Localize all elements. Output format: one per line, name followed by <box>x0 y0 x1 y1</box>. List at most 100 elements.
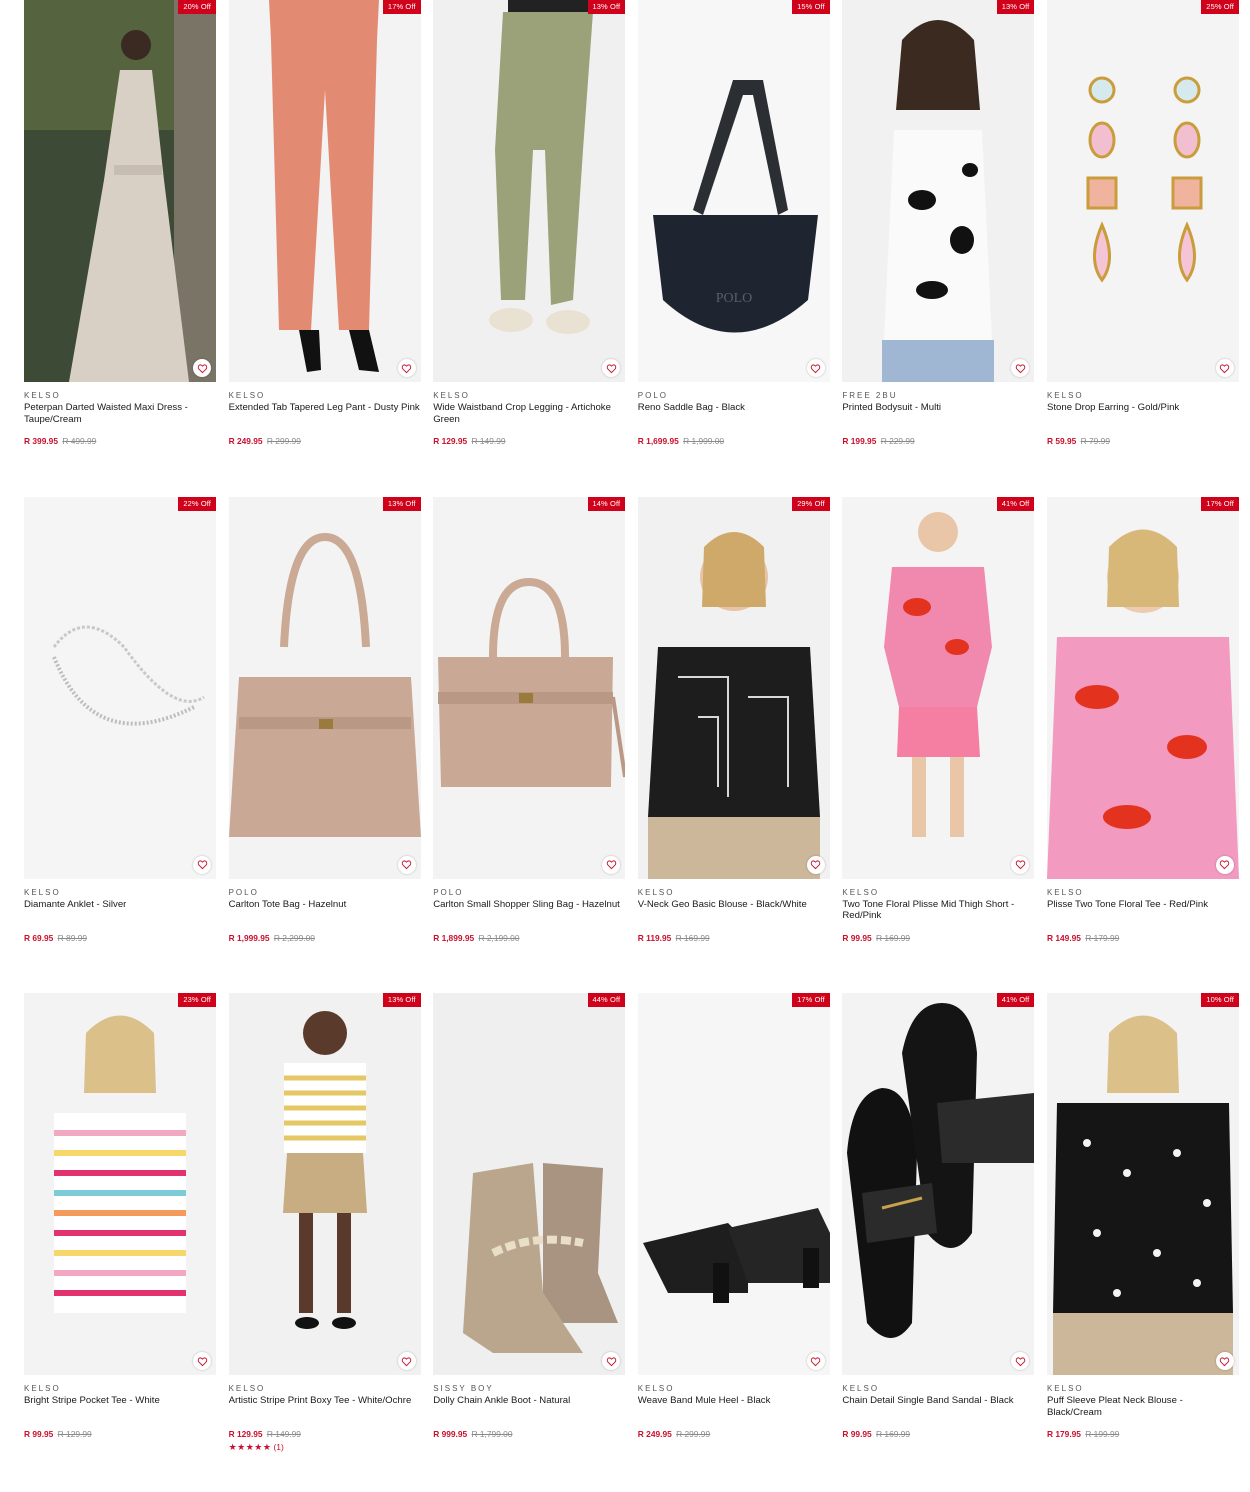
wishlist-heart-icon[interactable] <box>397 359 416 377</box>
price-row: R 129.95 R 149.99 <box>229 1429 421 1441</box>
wishlist-heart-icon[interactable] <box>602 855 621 874</box>
product-brand: KELSO <box>433 391 470 400</box>
product-card[interactable]: 29% Off KELSO V-Neck Geo Basic Blouse - Bl… <box>637 496 830 994</box>
product-name-link[interactable]: Dolly Chain Ankle Boot - Natural <box>433 1395 625 1418</box>
product-card[interactable]: 10% Off KELSO Puff Sleeve Pleat Neck Blous… <box>1046 993 1239 1490</box>
product-card[interactable]: 17% Off KELSO Extended Tab Tapered Leg Pan… <box>228 0 421 497</box>
sale-price: R 1,999.95 <box>228 932 270 943</box>
product-image[interactable]: 13% Off <box>228 496 421 879</box>
product-name-link[interactable]: Reno Saddle Bag - Black <box>638 402 830 425</box>
sale-price: R 129.95 <box>228 1429 263 1439</box>
product-name-link[interactable]: V-Neck Geo Basic Blouse - Black/White <box>638 899 830 922</box>
product-card[interactable]: 13% Off KELSO Wide Waistband Crop Legging … <box>433 0 626 497</box>
product-image[interactable]: 23% Off <box>24 993 216 1375</box>
product-image[interactable]: 13% Off <box>228 993 421 1375</box>
price-row: R 99.95 R 129.99 <box>24 1429 216 1441</box>
wishlist-heart-icon[interactable] <box>1215 1352 1234 1370</box>
product-image[interactable]: 22% Off <box>24 496 216 879</box>
product-name-link[interactable]: Chain Detail Single Band Sandal - Black <box>842 1395 1034 1418</box>
discount-badge: 13% Off <box>587 0 626 14</box>
star-rating[interactable]: ★★★★★ (1) <box>229 1442 421 1453</box>
original-price: R 1,999.00 <box>683 436 725 446</box>
wishlist-heart-icon[interactable] <box>193 1352 211 1370</box>
product-name-link[interactable]: Extended Tab Tapered Leg Pant - Dusty Pi… <box>229 402 421 425</box>
product-name-link[interactable]: Carlton Small Shopper Sling Bag - Hazeln… <box>433 899 625 922</box>
wishlist-heart-icon[interactable] <box>1215 359 1234 377</box>
discount-badge: 13% Off <box>996 0 1035 14</box>
product-brand: POLO <box>433 887 464 897</box>
sale-price: R 99.95 <box>842 1429 872 1439</box>
product-brand: KELSO <box>24 391 61 400</box>
product-name-link[interactable]: Diamante Anklet - Silver <box>24 899 216 922</box>
wishlist-heart-icon[interactable] <box>193 359 211 377</box>
wishlist-heart-icon[interactable] <box>1215 855 1234 874</box>
hazelnut-sling <box>433 496 626 879</box>
pink-trousers <box>228 0 421 382</box>
product-name-link[interactable]: Printed Bodysuit - Multi <box>842 402 1034 425</box>
snake-boots <box>433 993 626 1375</box>
wishlist-heart-icon[interactable] <box>806 359 825 377</box>
product-brand: KELSO <box>228 1384 266 1393</box>
product-image[interactable]: 13% Off <box>842 0 1035 382</box>
discount-badge: 23% Off <box>178 993 216 1007</box>
wishlist-heart-icon[interactable] <box>1011 855 1030 874</box>
product-card[interactable]: 22% Off KELSO Diamante Anklet - Silver R 69… <box>24 496 216 994</box>
hazelnut-tote <box>228 496 421 879</box>
product-card[interactable]: 14% Off POLO Carlton Small Shopper Sling B… <box>433 496 626 994</box>
product-card[interactable]: 17% Off KELSO Plisse Two Tone Floral Tee -… <box>1046 496 1239 994</box>
wishlist-heart-icon[interactable] <box>806 855 825 874</box>
product-image[interactable]: 41% Off <box>842 993 1035 1375</box>
product-image[interactable]: 29% Off <box>637 496 830 879</box>
product-name-link[interactable]: Stone Drop Earring - Gold/Pink <box>1047 402 1239 425</box>
sale-price: R 179.95 <box>1046 1429 1081 1439</box>
product-brand: KELSO <box>24 887 61 897</box>
product-image[interactable]: 13% Off <box>433 0 626 382</box>
original-price: R 1,799.00 <box>471 1429 513 1439</box>
product-card[interactable]: 13% Off POLO Carlton Tote Bag - Hazelnut R … <box>228 496 421 994</box>
product-card[interactable]: POLO 15% Off POLO Reno Saddle Bag - Black R … <box>637 0 830 497</box>
product-image[interactable]: 20% Off <box>24 0 216 382</box>
product-image[interactable]: 44% Off <box>433 993 626 1375</box>
price-row: R 149.95 R 179.99 <box>1047 933 1239 945</box>
product-name-link[interactable]: Two Tone Floral Plisse Mid Thigh Short -… <box>842 899 1034 922</box>
wishlist-heart-icon[interactable] <box>397 855 416 874</box>
product-image[interactable]: 25% Off <box>1046 0 1239 382</box>
floral-set <box>842 496 1035 879</box>
product-image[interactable]: 17% Off <box>637 993 830 1375</box>
original-price: R 169.99 <box>675 932 710 943</box>
product-brand: KELSO <box>228 391 266 400</box>
product-card[interactable]: 25% Off KELSO Stone Drop Earring - Gold/Pi… <box>1046 0 1239 497</box>
wishlist-heart-icon[interactable] <box>193 855 211 874</box>
product-card[interactable]: 23% Off KELSO Bright Stripe Pocket Tee - W… <box>24 993 216 1490</box>
product-card[interactable]: 41% Off KELSO Chain Detail Single Band San… <box>842 993 1035 1490</box>
product-card[interactable]: 13% Off FREE 2BU Printed Bodysuit - Multi R… <box>842 0 1035 497</box>
wishlist-heart-icon[interactable] <box>397 1352 416 1370</box>
product-name-link[interactable]: Plisse Two Tone Floral Tee - Red/Pink <box>1047 899 1239 922</box>
product-brand: FREE 2BU <box>842 391 898 400</box>
product-image[interactable]: 14% Off <box>433 496 626 879</box>
product-name-link[interactable]: Carlton Tote Bag - Hazelnut <box>229 899 421 922</box>
product-image[interactable]: 17% Off <box>1046 496 1239 879</box>
wishlist-heart-icon[interactable] <box>806 1352 825 1370</box>
product-name-link[interactable]: Artistic Stripe Print Boxy Tee - White/O… <box>229 1395 421 1418</box>
sale-price: R 1,699.95 <box>637 436 679 446</box>
product-name-link[interactable]: Peterpan Darted Waisted Maxi Dress - Tau… <box>24 402 216 425</box>
rating-count: (1) <box>273 1442 284 1452</box>
product-card[interactable]: 20% Off KELSO Peterpan Darted Waisted Maxi… <box>24 0 216 497</box>
product-image[interactable]: 17% Off <box>228 0 421 382</box>
product-card[interactable]: 13% Off KELSO Artistic Stripe Print Boxy T… <box>228 993 421 1490</box>
product-card[interactable]: 17% Off KELSO Weave Band Mule Heel - Black… <box>637 993 830 1490</box>
product-image[interactable]: POLO 15% Off <box>637 0 830 382</box>
product-image[interactable]: 41% Off <box>842 496 1035 879</box>
product-name-link[interactable]: Wide Waistband Crop Legging - Artichoke … <box>433 402 625 425</box>
product-brand: KELSO <box>1046 391 1084 400</box>
product-card[interactable]: 41% Off KELSO Two Tone Floral Plisse Mid T… <box>842 496 1035 994</box>
product-name-link[interactable]: Weave Band Mule Heel - Black <box>638 1395 830 1418</box>
product-name-link[interactable]: Puff Sleeve Pleat Neck Blouse - Black/Cr… <box>1047 1395 1239 1418</box>
rating-stars: ★★★★★ <box>228 1442 272 1452</box>
product-card[interactable]: 44% Off SISSY BOY Dolly Chain Ankle Boot -… <box>433 993 626 1490</box>
product-image[interactable]: 10% Off <box>1046 993 1239 1375</box>
product-name-link[interactable]: Bright Stripe Pocket Tee - White <box>24 1395 216 1418</box>
product-brand: KELSO <box>1046 1384 1084 1393</box>
sale-price: R 129.95 <box>433 436 468 446</box>
